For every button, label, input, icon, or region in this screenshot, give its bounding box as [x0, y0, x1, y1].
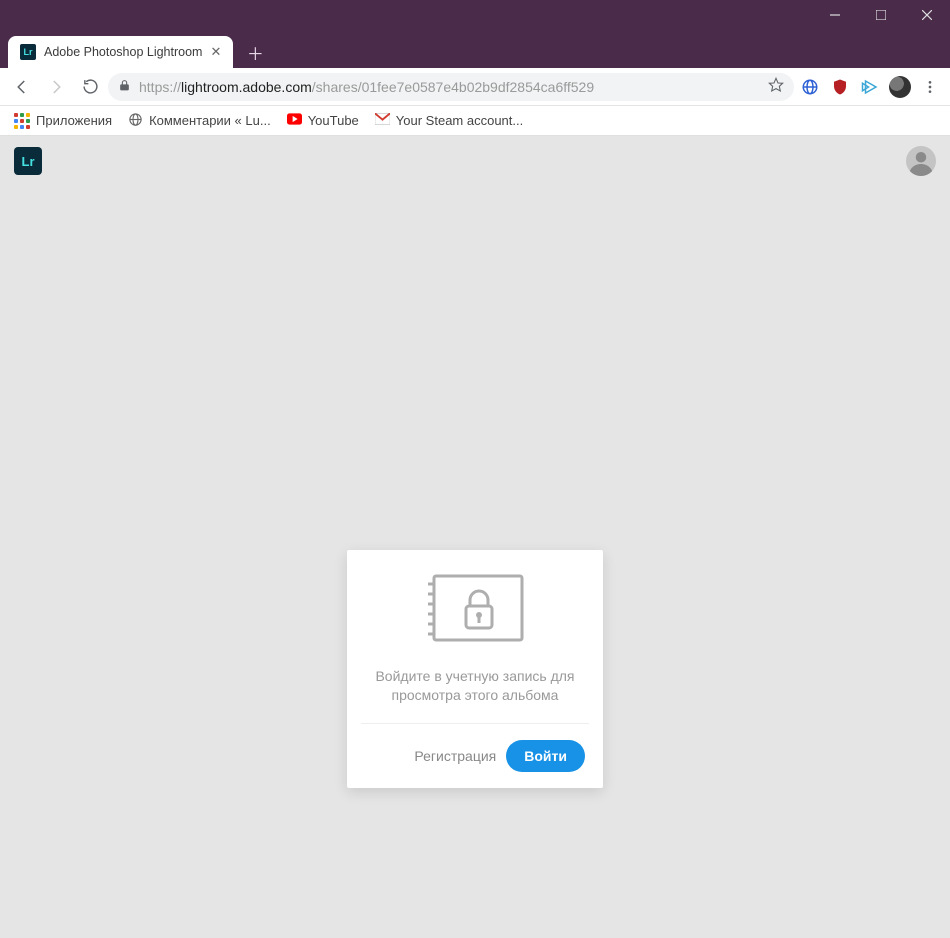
tab-favicon: Lr: [20, 44, 36, 60]
extension-globe-icon[interactable]: [796, 73, 824, 101]
login-required-message: Войдите в учетную запись для просмотра э…: [365, 667, 585, 705]
locked-album-icon: [365, 570, 585, 651]
bookmark-item-1[interactable]: Комментарии « Lu...: [122, 106, 277, 135]
nav-reload-button[interactable]: [74, 71, 106, 103]
apps-icon: [14, 113, 30, 129]
window-titlebar: [0, 0, 950, 34]
tab-strip: Lr Adobe Photoshop Lightroom ✕ ＋: [0, 34, 950, 68]
lightroom-logo[interactable]: Lr: [14, 147, 42, 175]
user-avatar-button[interactable]: [906, 146, 936, 176]
window-minimize-button[interactable]: [812, 0, 858, 30]
new-tab-button[interactable]: ＋: [241, 38, 269, 66]
bookmark-label: Your Steam account...: [396, 113, 523, 128]
lock-icon: [118, 79, 131, 95]
browser-tab-active[interactable]: Lr Adobe Photoshop Lightroom ✕: [8, 36, 233, 68]
nav-forward-button[interactable]: [40, 71, 72, 103]
lightroom-header: Lr: [0, 136, 950, 186]
nav-back-button[interactable]: [6, 71, 38, 103]
url-text: https://lightroom.adobe.com/shares/01fee…: [139, 79, 760, 95]
divider: [361, 723, 589, 724]
card-button-row: Регистрация Войти: [365, 740, 585, 772]
chrome-menu-button[interactable]: [916, 73, 944, 101]
star-icon[interactable]: [768, 77, 784, 96]
bookmark-item-2[interactable]: YouTube: [281, 106, 365, 135]
bookmarks-bar: Приложения Комментарии « Lu... YouTube Y…: [0, 106, 950, 136]
bookmark-label: YouTube: [308, 113, 359, 128]
bookmark-item-3[interactable]: Your Steam account...: [369, 106, 529, 135]
window-close-button[interactable]: [904, 0, 950, 30]
globe-icon: [128, 112, 143, 130]
extension-shield-icon[interactable]: [826, 73, 854, 101]
bookmark-label: Комментарии « Lu...: [149, 113, 271, 128]
login-button[interactable]: Войти: [506, 740, 585, 772]
address-bar: https://lightroom.adobe.com/shares/01fee…: [0, 68, 950, 106]
chrome-window: Lr Adobe Photoshop Lightroom ✕ ＋ https:/…: [0, 0, 950, 938]
page-content: Lr Войдите в учетную запись для просмотр: [0, 136, 950, 938]
youtube-icon: [287, 113, 302, 128]
window-maximize-button[interactable]: [858, 0, 904, 30]
register-link[interactable]: Регистрация: [414, 748, 496, 764]
bookmark-label: Приложения: [36, 113, 112, 128]
profile-avatar-button[interactable]: [886, 73, 914, 101]
extension-play-icon[interactable]: [856, 73, 884, 101]
tab-title: Adobe Photoshop Lightroom: [44, 45, 202, 59]
login-card: Войдите в учетную запись для просмотра э…: [347, 550, 603, 788]
bookmark-apps[interactable]: Приложения: [8, 106, 118, 135]
gmail-icon: [375, 113, 390, 128]
url-field[interactable]: https://lightroom.adobe.com/shares/01fee…: [108, 73, 794, 101]
tab-close-icon[interactable]: ✕: [210, 44, 221, 60]
